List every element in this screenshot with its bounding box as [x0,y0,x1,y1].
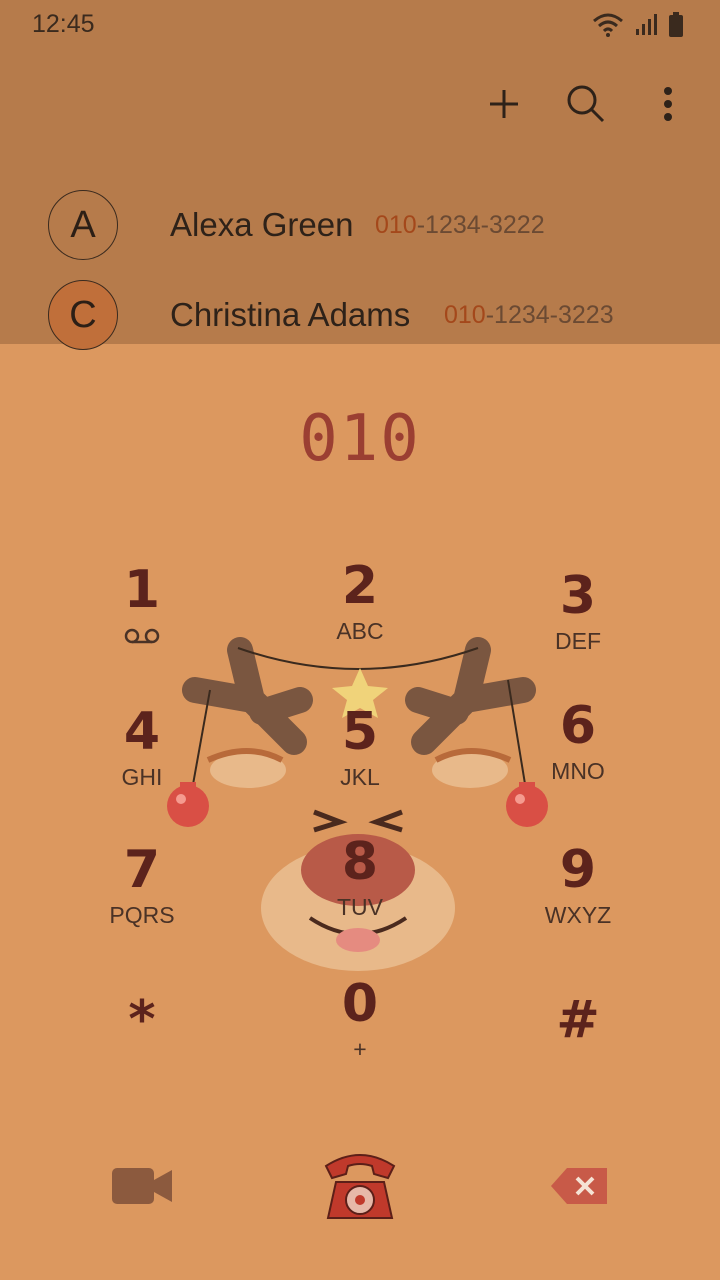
contact-number: 010-1234-3222 [375,211,545,240]
search-button[interactable] [564,80,608,128]
backspace-button[interactable] [546,1160,612,1212]
key-letters: GHI [121,764,163,790]
status-icons [592,12,684,38]
wifi-icon [593,13,623,37]
more-options-button[interactable] [646,80,690,128]
signal-icon [636,14,657,35]
number-rest: -1234-3223 [485,301,614,329]
number-match: 010 [375,211,417,239]
toolbar [482,80,690,128]
key-letters: + [353,1036,367,1062]
key-letters: TUV [337,894,383,920]
key-6[interactable]: 6 MNO [478,696,678,816]
key-7[interactable]: 7 PQRS [42,840,242,960]
search-icon [567,85,605,123]
key-digit: # [556,990,600,1050]
key-digit: 3 [559,566,597,626]
key-digit: 2 [341,556,379,616]
key-2[interactable]: 2 ABC [260,556,460,676]
key-digit: 1 [123,560,161,620]
number-rest: -1234-3222 [416,211,545,239]
status-bar: 12:45 [0,0,720,50]
contact-number: 010-1234-3223 [444,301,614,330]
key-digit: 4 [123,702,161,762]
contact-suggestions-panel: 12:45 A Alexa Green 010-1234-3222 C Chri… [0,0,720,350]
call-button[interactable] [316,1146,404,1226]
key-digit: 0 [341,974,379,1034]
telephone-call-icon [324,1154,396,1219]
key-5[interactable]: 5 JKL [260,702,460,822]
key-letters: JKL [340,764,380,790]
number-match: 010 [444,301,486,329]
key-letters: MNO [551,758,605,784]
contact-name: Christina Adams [170,296,411,333]
dialed-number[interactable]: 010 [0,402,720,476]
key-letters: ABC [336,618,384,644]
key-letters: DEF [555,628,601,654]
status-time: 12:45 [32,10,95,38]
contact-suggestion[interactable]: A Alexa Green 010-1234-3222 [0,190,720,280]
key-4[interactable]: 4 GHI [42,702,242,822]
voicemail-icon [124,628,160,644]
contact-name: Alexa Green [170,206,354,243]
video-call-button[interactable] [106,1156,178,1216]
key-digit: 6 [559,696,597,756]
key-digit: * [128,990,156,1050]
key-letters: WXYZ [544,902,612,928]
key-3[interactable]: 3 DEF [478,566,678,686]
battery-icon [669,12,683,37]
key-1[interactable]: 1 [42,560,242,680]
video-call-icon [112,1168,172,1204]
backspace-icon [551,1168,607,1204]
avatar: A [48,190,118,260]
key-hash[interactable]: # [478,990,678,1110]
plus-icon [490,90,518,118]
key-9[interactable]: 9 WXYZ [478,840,678,960]
key-digit: 5 [341,702,379,762]
avatar: C [48,280,118,350]
key-digit: 8 [341,832,379,892]
contact-suggestion[interactable]: C Christina Adams 010-1234-3223 [0,280,720,370]
key-8[interactable]: 8 TUV [260,832,460,952]
key-0[interactable]: 0 + [260,974,460,1094]
key-star[interactable]: * [42,990,242,1110]
key-letters: PQRS [109,902,175,928]
key-digit: 7 [123,840,161,900]
key-digit: 9 [559,840,597,900]
add-contact-button[interactable] [482,80,526,128]
more-vertical-icon [664,87,672,121]
